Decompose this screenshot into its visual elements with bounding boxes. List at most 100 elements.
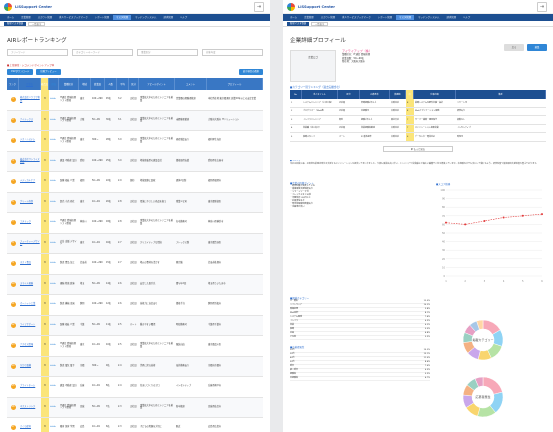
cell-name[interactable]: ひかり電機	[19, 357, 41, 377]
cell-kind: 正社員	[130, 343, 137, 347]
nav-item[interactable]: 企業管理	[18, 15, 34, 20]
cell-score: 8	[41, 336, 49, 356]
list-value: 10.2%	[423, 303, 430, 306]
cell-kind: 正社員	[130, 97, 137, 101]
column-header[interactable]: 人数	[105, 78, 117, 90]
cell-name[interactable]: フューチャーデザイン	[19, 234, 41, 254]
nav-item[interactable]: 請求管理	[160, 15, 176, 20]
subnav-item[interactable]: 一覧表示	[28, 21, 46, 26]
cell-name[interactable]: エヌテック	[19, 213, 41, 233]
nav-item[interactable]: 企業管理	[301, 15, 317, 20]
column-header[interactable]: 地域	[79, 78, 91, 90]
list-key: 企画	[290, 331, 295, 334]
list-key: 第二新卒	[290, 368, 299, 371]
cell-avg: 3.2	[118, 97, 122, 101]
cell-rank: 10	[7, 275, 19, 295]
cell-emp: 100〜299	[92, 97, 103, 101]
nav-item[interactable]: ホーム	[287, 15, 300, 20]
column-header[interactable]: 業種区分	[59, 78, 79, 90]
ranking-table-header: ランク 企業名 総合点 評価 業種区分 地域 従業員 人数 平均 区分 アピールポイント コメント プロ…	[7, 78, 263, 90]
cell-name[interactable]: ブライトホーム	[19, 377, 41, 397]
x-tick-label: 2	[464, 280, 466, 283]
subnav-item[interactable]: 一覧表示	[311, 21, 329, 26]
filter-input[interactable]: 事業区分	[137, 49, 198, 56]
print-preview-button[interactable]: 印刷プレビュー	[36, 69, 61, 75]
list-value: 12.5%	[423, 299, 430, 302]
column-header[interactable]: プロフィール	[207, 78, 263, 90]
filter-input[interactable]: フリーワード	[7, 49, 68, 56]
cell-stars: ★★★	[50, 220, 56, 224]
cell-name[interactable]: スマイル運輸	[19, 275, 41, 295]
cell-name[interactable]: さくら保育	[19, 418, 41, 432]
nav-item[interactable]: マスタ管理	[113, 15, 131, 20]
cell-note: 研修あり	[457, 110, 466, 112]
list-key: 20代	[290, 348, 295, 351]
column-header[interactable]: 評価	[49, 78, 59, 90]
show-more-button[interactable]: ▼ もっと見る	[383, 145, 453, 152]
cell-emp: 50〜99	[92, 179, 100, 183]
cell-no: 3	[291, 118, 293, 121]
logout-button[interactable]: ⇥	[537, 2, 547, 12]
select-columns-button[interactable]: 表示項目の選択	[238, 69, 263, 75]
column-header[interactable]: 区分	[129, 78, 139, 90]
cell-name[interactable]: ライフサポート	[19, 316, 41, 336]
edit-button[interactable]: 編集	[527, 44, 547, 51]
cell-name[interactable]: 株式会社サンライズ建設	[19, 152, 41, 172]
column-header[interactable]: コメント	[175, 78, 207, 90]
nav-item[interactable]: レポート管理	[92, 15, 112, 20]
nav-item[interactable]: スカウト管理	[318, 15, 338, 20]
cell-profile: 愛知県名古屋市	[208, 158, 224, 162]
nav-item[interactable]: ホーム	[4, 15, 17, 20]
cell-title[interactable]: 事務スタッフ	[302, 133, 338, 141]
subnav-item[interactable]: 新規マスタ登録	[4, 21, 27, 26]
cell-appeal: 事業拡大中のためエンジニアを募集	[140, 403, 173, 410]
nav-item[interactable]: レポート管理	[375, 15, 395, 20]
cell-stars: ★★★	[50, 158, 56, 162]
cell-name[interactable]: ネクストリンク	[19, 398, 41, 418]
cell-name[interactable]: テクノシステム	[19, 131, 41, 151]
list-key: インフラ	[290, 319, 298, 322]
action-bar: CSVダウンロード 印刷プレビュー 表示項目の選択	[7, 69, 263, 75]
cell-name[interactable]: オーシャン工業	[19, 295, 41, 315]
cell-name[interactable]: メディカルケア	[19, 172, 41, 192]
subnav-item[interactable]: 新規マスタ登録	[287, 21, 310, 26]
nav-item[interactable]: マッチングシステム	[415, 15, 442, 20]
cell-stars: ★★★	[50, 363, 56, 367]
cell-name[interactable]: ホクト食品	[19, 254, 41, 274]
csv-download-button[interactable]: CSVダウンロード	[7, 69, 34, 75]
nav-item[interactable]: 求人サービスブックマーク	[56, 15, 91, 20]
cell-name[interactable]: グリーン商事	[19, 193, 41, 213]
list-key: Web制作	[290, 311, 299, 314]
cell-name[interactable]: アクセス情報	[19, 336, 41, 356]
cell-cat: IT通信 情報処理 ソフト開発	[60, 342, 76, 348]
cell-comment: 海外勤務あり	[176, 363, 190, 367]
cell-title[interactable]: プログラマー（Web系）	[302, 108, 338, 116]
nav-item[interactable]: スカウト管理	[35, 15, 55, 20]
table-row: 1 株式会社ソウゴウ物流 8 ★★★ IT通信 情報処理 ソフト開発 東京 100〜299 4…	[7, 90, 263, 111]
column-header[interactable]: 企業名	[19, 78, 41, 90]
cell-title[interactable]: 営業職（法人向け）	[302, 125, 338, 133]
nav-item[interactable]: マッチングシステム	[132, 15, 159, 20]
nav-item[interactable]: 求人サービスブックマーク	[339, 15, 374, 20]
column-header[interactable]: アピールポイント	[139, 78, 175, 90]
filter-input[interactable]: カテゴリーキーワード	[72, 49, 133, 56]
column-header[interactable]: 総合点	[41, 78, 49, 90]
column-header[interactable]: 平均	[117, 78, 129, 90]
nav-item[interactable]: マスタ管理	[396, 15, 414, 20]
cell-avg: 2.4	[118, 363, 122, 367]
cell-title[interactable]: システムエンジニア（上流工程）	[302, 99, 338, 107]
nav-item[interactable]: ヘルプ	[460, 15, 473, 20]
back-button[interactable]: 戻る	[504, 44, 524, 51]
cell-name[interactable]: アイテックス	[19, 111, 41, 131]
nav-item[interactable]: ヘルプ	[177, 15, 190, 20]
cell-name[interactable]: 株式会社ソウゴウ物流	[19, 90, 41, 110]
nav-item[interactable]: 請求管理	[443, 15, 459, 20]
company-profile: 企業ロゴ アイテイアップ（株） 業種区分：IT通信 情報処理 従業員数：50〜9…	[290, 49, 546, 82]
logout-button[interactable]: ⇥	[254, 2, 264, 12]
cell-title[interactable]: インフラエンジニア	[302, 116, 338, 124]
column-header[interactable]: 従業員	[91, 78, 105, 90]
column-header[interactable]: ランク	[7, 78, 19, 90]
cell-area: 東京	[80, 199, 85, 203]
filter-input[interactable]: 対象年度	[202, 49, 263, 56]
cell-cat: 製造 食品 加工	[60, 261, 75, 265]
